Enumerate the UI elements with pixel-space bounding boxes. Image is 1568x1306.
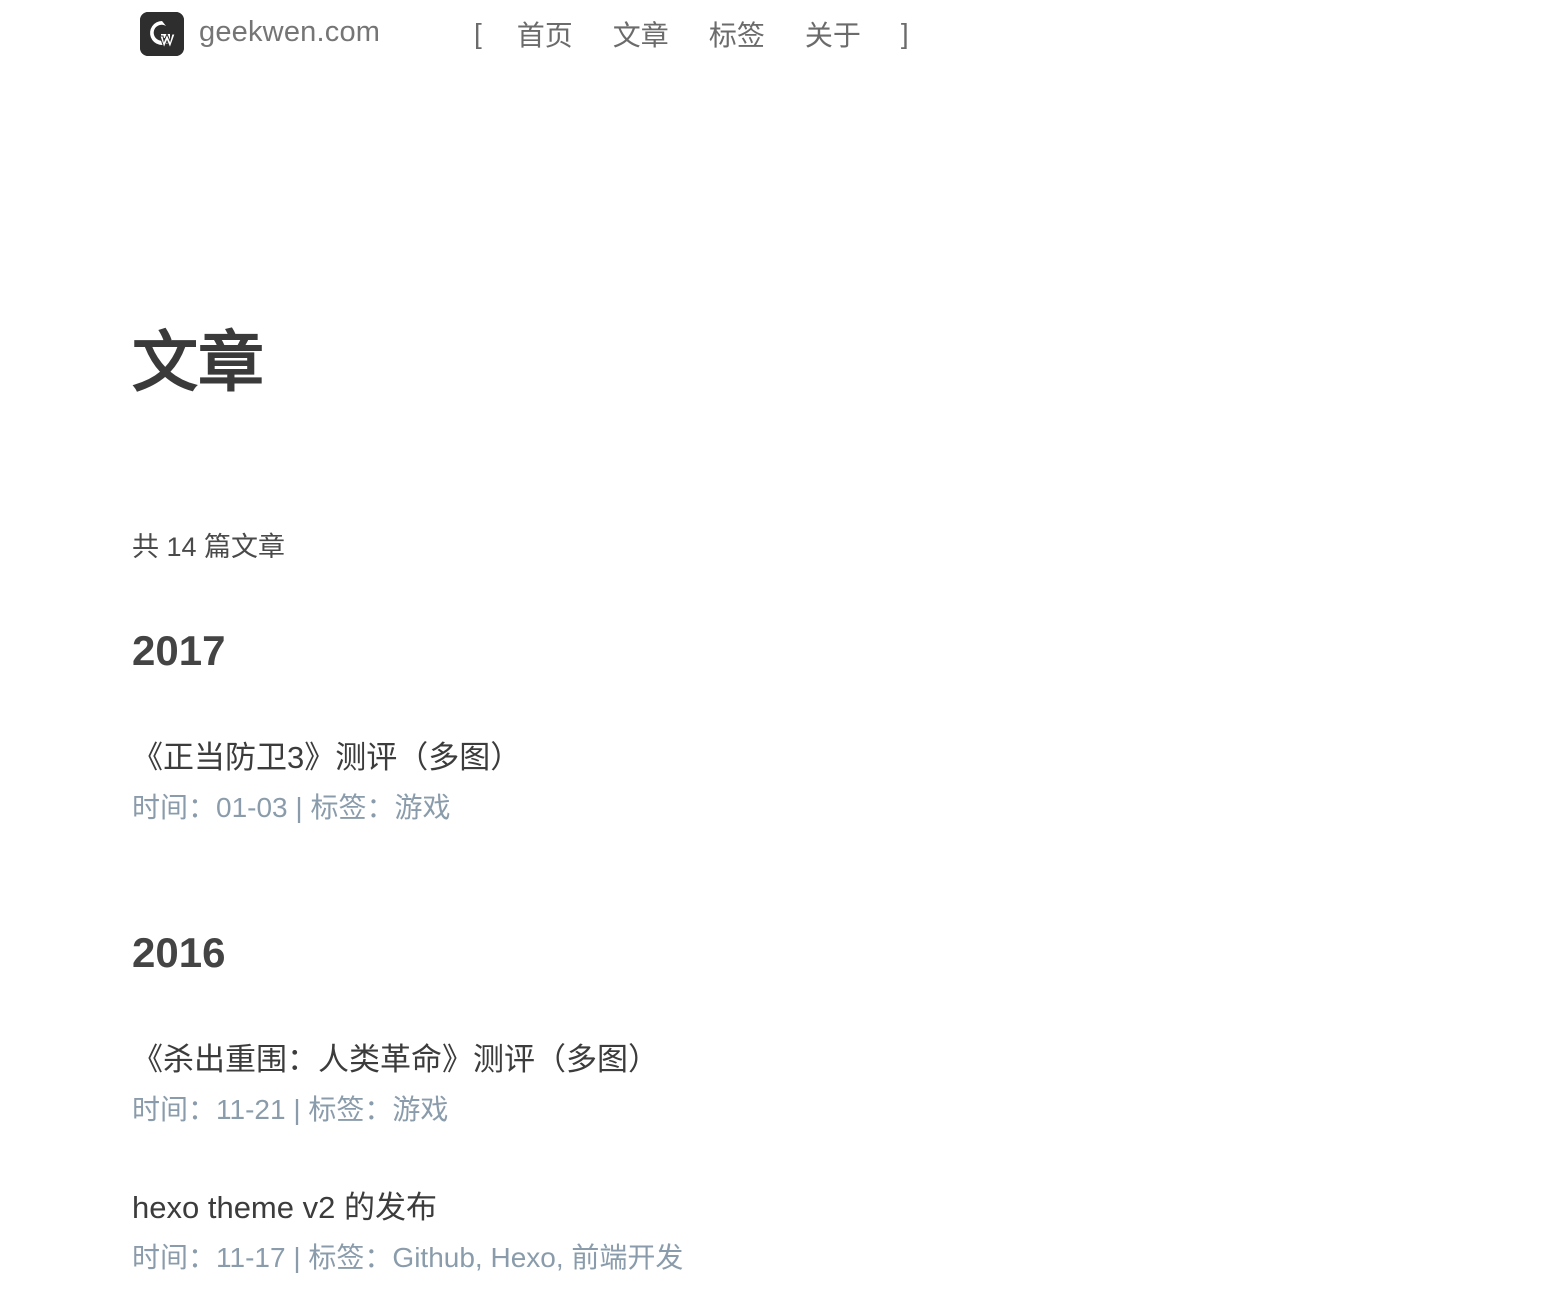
site-logo-icon[interactable] bbox=[140, 12, 184, 56]
post-meta: 时间：11-17 | 标签：Github, Hexo, 前端开发 bbox=[132, 1240, 1232, 1276]
post-date: 11-17 bbox=[216, 1242, 286, 1273]
gw-logo-icon bbox=[140, 12, 184, 56]
tag-link[interactable]: Github bbox=[392, 1242, 475, 1273]
time-label: 时间： bbox=[132, 792, 217, 823]
post-item: hexo theme v2 的发布 时间：11-17 | 标签：Github, … bbox=[132, 1188, 1232, 1276]
nav-close-bracket: ] bbox=[900, 18, 909, 49]
nav-about-link[interactable]: 关于 bbox=[805, 14, 861, 54]
year-heading-2017: 2017 bbox=[132, 627, 226, 674]
year-heading-2016: 2016 bbox=[132, 929, 226, 976]
post-title-link[interactable]: hexo theme v2 的发布 bbox=[132, 1188, 1232, 1228]
nav-open-bracket: [ bbox=[474, 18, 482, 49]
post-date: 01-03 bbox=[216, 792, 288, 823]
main-nav: [ 首页 文章 标签 关于 ] bbox=[474, 14, 909, 54]
post-count: 共 14 篇文章 bbox=[132, 532, 286, 562]
post-title-link[interactable]: 《正当防卫3》测评（多图） bbox=[132, 738, 1232, 778]
tag-link[interactable]: 游戏 bbox=[392, 1094, 448, 1125]
tag-link[interactable]: 前端开发 bbox=[571, 1242, 683, 1273]
post-title-link[interactable]: 《杀出重围：人类革命》测评（多图） bbox=[132, 1040, 1232, 1080]
meta-separator: | bbox=[285, 1242, 309, 1273]
tags-label: 标签： bbox=[310, 792, 395, 823]
time-label: 时间： bbox=[132, 1094, 217, 1125]
post-meta: 时间：01-03 | 标签：游戏 bbox=[132, 790, 1232, 826]
tag-separator: , bbox=[474, 1242, 491, 1273]
tag-link[interactable]: 游戏 bbox=[395, 792, 451, 823]
post-date: 11-21 bbox=[216, 1094, 286, 1125]
page-title: 文章 bbox=[132, 325, 264, 399]
nav-tags-link[interactable]: 标签 bbox=[709, 14, 765, 54]
time-label: 时间： bbox=[132, 1242, 217, 1273]
post-meta: 时间：11-21 | 标签：游戏 bbox=[132, 1092, 1232, 1128]
nav-posts-link[interactable]: 文章 bbox=[613, 14, 669, 54]
site-name-link[interactable]: geekwen.com bbox=[199, 14, 380, 50]
tags-label: 标签： bbox=[308, 1242, 393, 1273]
post-item: 《杀出重围：人类革命》测评（多图） 时间：11-21 | 标签：游戏 bbox=[132, 1040, 1232, 1128]
tags-label: 标签： bbox=[308, 1094, 393, 1125]
site-header: geekwen.com [ 首页 文章 标签 关于 ] bbox=[0, 0, 1568, 70]
meta-separator: | bbox=[285, 1094, 309, 1125]
meta-separator: | bbox=[287, 792, 311, 823]
nav-home-link[interactable]: 首页 bbox=[517, 14, 573, 54]
tag-separator: , bbox=[555, 1242, 572, 1273]
post-item: 《正当防卫3》测评（多图） 时间：01-03 | 标签：游戏 bbox=[132, 738, 1232, 826]
tag-link[interactable]: Hexo bbox=[490, 1242, 555, 1273]
